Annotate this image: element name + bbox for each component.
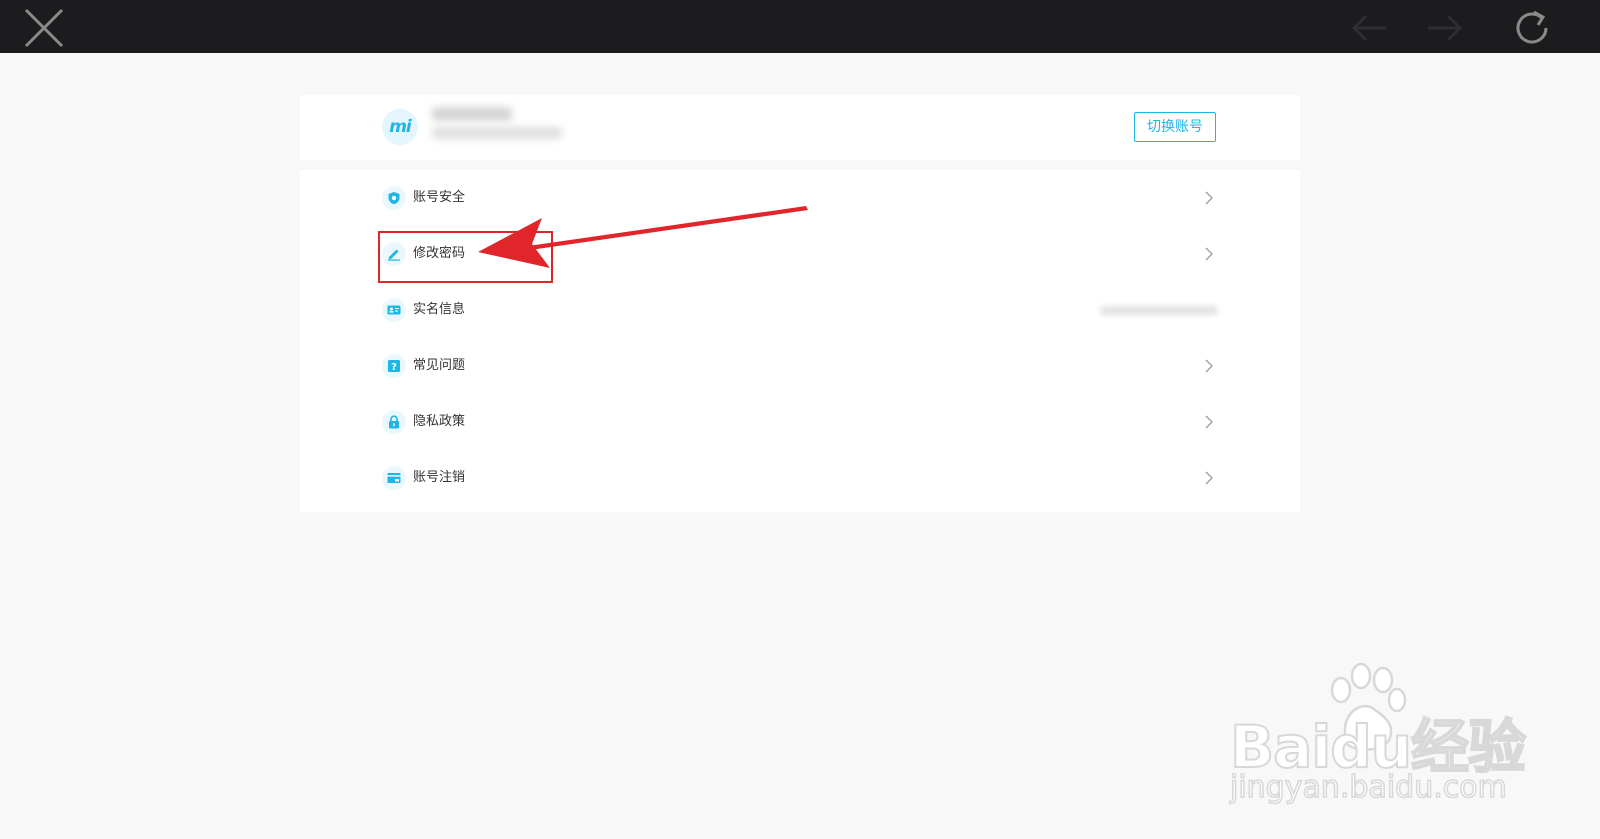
chevron-right-icon bbox=[1205, 359, 1213, 373]
avatar: mi bbox=[382, 109, 418, 145]
menu-item-account-cancellation[interactable]: 账号注销 bbox=[300, 450, 1300, 507]
avatar-logo-text: mi bbox=[389, 117, 412, 137]
account-card: mi 切换账号 bbox=[300, 95, 1300, 160]
menu-item-label: 常见问题 bbox=[413, 358, 466, 373]
menu-item-label: 账号安全 bbox=[413, 190, 466, 205]
forward-arrow-icon[interactable] bbox=[1426, 12, 1466, 44]
top-toolbar bbox=[0, 0, 1600, 53]
question-icon: ? bbox=[382, 354, 406, 378]
lock-icon bbox=[382, 410, 406, 434]
svg-text:?: ? bbox=[391, 362, 397, 373]
reload-icon[interactable] bbox=[1510, 6, 1554, 50]
chevron-right-icon bbox=[1205, 247, 1213, 261]
menu-item-real-name-info[interactable]: 实名信息 bbox=[300, 282, 1300, 339]
chevron-right-icon bbox=[1205, 415, 1213, 429]
real-name-value-blurred bbox=[1100, 306, 1218, 315]
menu-item-label: 账号注销 bbox=[413, 470, 466, 485]
menu-item-label: 实名信息 bbox=[413, 302, 466, 317]
watermark-url: jingyan.baidu.com bbox=[1229, 769, 1507, 806]
menu-item-privacy-policy[interactable]: 隐私政策 bbox=[300, 394, 1300, 451]
back-arrow-icon[interactable] bbox=[1348, 12, 1388, 44]
account-cancel-icon bbox=[382, 466, 406, 490]
annotation-arrow-icon bbox=[478, 206, 808, 268]
menu-item-faq[interactable]: ? 常见问题 bbox=[300, 338, 1300, 395]
chevron-right-icon bbox=[1205, 191, 1213, 205]
id-card-icon bbox=[382, 298, 406, 322]
account-id-blurred bbox=[432, 127, 562, 139]
shield-icon bbox=[382, 186, 406, 210]
close-icon[interactable] bbox=[22, 6, 66, 50]
chevron-right-icon bbox=[1205, 471, 1213, 485]
switch-account-button[interactable]: 切换账号 bbox=[1134, 112, 1216, 142]
menu-item-label: 隐私政策 bbox=[413, 414, 466, 429]
account-name-blurred bbox=[432, 107, 512, 121]
baidu-jingyan-watermark: Baidu经验 jingyan.baidu.com bbox=[1220, 660, 1527, 810]
